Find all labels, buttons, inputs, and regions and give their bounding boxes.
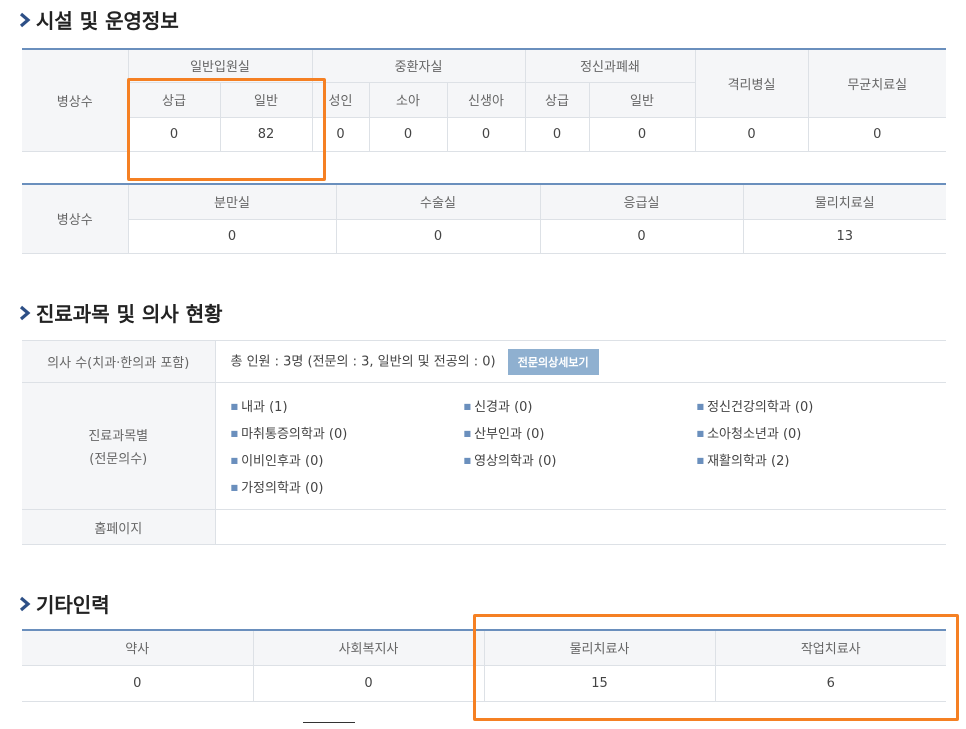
- bullet-icon: ■: [230, 483, 239, 492]
- homepage-label: 홈페이지: [22, 509, 216, 545]
- bullet-icon: ■: [230, 456, 239, 465]
- header-physical-therapy-room: 물리치료실: [742, 183, 946, 220]
- chevron-right-icon: [18, 305, 32, 321]
- specialty-item: ■ 내과 (1): [230, 400, 288, 415]
- rooms-table: 병상수 분만실 수술실 응급실 물리치료실 0 0 0 13: [22, 183, 946, 254]
- bullet-icon: ■: [230, 402, 239, 411]
- staff-table: 약사 사회복지사 물리치료사 작업치료사 0 0 15 6: [22, 629, 946, 702]
- bullet-icon: ■: [696, 402, 705, 411]
- specialty-item: ■ 마취통증의학과 (0): [230, 427, 348, 442]
- value-social-worker: 0: [252, 664, 485, 702]
- facilities-section-title: 시설 및 운영정보: [18, 5, 179, 34]
- doctor-count-value: 총 인원 : 3명 (전문의 : 3, 일반의 및 전공의 : 0): [230, 354, 496, 369]
- specialty-item: ■ 재활의학과 (2): [696, 454, 790, 469]
- header-physical-therapist: 물리치료사: [483, 629, 716, 666]
- specialty-item: ■ 영상의학과 (0): [463, 454, 557, 469]
- value-occupational-therapist: 6: [714, 664, 946, 702]
- subheader-icu-newborn: 신생아: [446, 81, 526, 118]
- header-sterile-room: 무균치료실: [807, 48, 946, 118]
- chevron-right-icon: [18, 596, 32, 612]
- bullet-icon: ■: [463, 429, 472, 438]
- bullet-icon: ■: [696, 456, 705, 465]
- specialty-list-cell: ■ 내과 (1) ■ 신경과 (0) ■ 정신건강의학과 (0) ■ 마취통증의학과 (…: [214, 382, 947, 510]
- specialist-detail-button[interactable]: 전문의상세보기: [507, 348, 599, 375]
- specialty-item: ■ 산부인과 (0): [463, 427, 545, 442]
- header-social-worker: 사회복지사: [252, 629, 485, 666]
- doctor-count-label: 의사 수(치과·한의과 포함): [22, 340, 216, 383]
- value-physical-therapy-room: 13: [742, 218, 946, 254]
- header-isolation-room: 격리병실: [694, 48, 809, 118]
- value-operating-room: 0: [335, 218, 541, 254]
- header-pharmacist: 약사: [22, 629, 254, 666]
- header-occupational-therapist: 작업치료사: [714, 629, 946, 666]
- specialty-item: ■ 신경과 (0): [463, 400, 533, 415]
- divider: [303, 722, 355, 723]
- specialty-item: ■ 소아청소년과 (0): [696, 427, 802, 442]
- value-icu-adult: 0: [311, 116, 370, 152]
- value-physical-therapist: 15: [483, 664, 716, 702]
- specialty-item: ■ 가정의학과 (0): [230, 481, 324, 496]
- staff-section-title: 기타인력: [18, 589, 110, 618]
- doctors-section-title: 진료과목 및 의사 현황: [18, 298, 223, 327]
- group-header-general-ward: 일반입원실: [127, 48, 313, 83]
- header-operating-room: 수술실: [335, 183, 541, 220]
- value-general-standard: 82: [219, 116, 313, 152]
- header-delivery-room: 분만실: [127, 183, 337, 220]
- subheader-icu-adult: 성인: [311, 81, 370, 118]
- specialty-item: ■ 정신건강의학과 (0): [696, 400, 814, 415]
- value-sterile-room: 0: [807, 116, 946, 152]
- chevron-right-icon: [18, 12, 32, 28]
- value-icu-child: 0: [368, 116, 448, 152]
- value-isolation-room: 0: [694, 116, 809, 152]
- subheader-psych-premium: 상급: [524, 81, 590, 118]
- subheader-general-standard: 일반: [219, 81, 313, 118]
- subheader-general-premium: 상급: [128, 81, 221, 118]
- group-header-icu: 중환자실: [311, 48, 526, 83]
- bullet-icon: ■: [463, 402, 472, 411]
- header-emergency-room: 응급실: [539, 183, 744, 220]
- subheader-psych-standard: 일반: [588, 81, 695, 118]
- group-header-psych-closed: 정신과폐쇄: [524, 48, 696, 83]
- value-psych-standard: 0: [588, 116, 696, 152]
- beds-table: 병상수 일반입원실 중환자실 정신과폐쇄 격리병실 무균치료실 상급 일반 성인…: [22, 48, 946, 152]
- value-psych-premium: 0: [524, 116, 590, 152]
- rooms-row-label: 병상수: [22, 183, 129, 254]
- specialty-list: ■ 내과 (1) ■ 신경과 (0) ■ 정신건강의학과 (0) ■ 마취통증의학과 (…: [216, 383, 947, 509]
- doctors-table: 의사 수(치과·한의과 포함) 총 인원 : 3명 (전문의 : 3, 일반의 …: [22, 340, 946, 545]
- doctor-count-cell: 총 인원 : 3명 (전문의 : 3, 일반의 및 전공의 : 0) 전문의상세…: [214, 340, 946, 383]
- homepage-value[interactable]: [214, 509, 946, 545]
- subheader-icu-child: 소아: [368, 81, 448, 118]
- bullet-icon: ■: [230, 429, 239, 438]
- value-delivery-room: 0: [128, 218, 337, 254]
- beds-row-label: 병상수: [22, 48, 129, 152]
- specialty-label: 진료과목별 (전문의수): [22, 382, 216, 510]
- bullet-icon: ■: [696, 429, 705, 438]
- value-icu-newborn: 0: [446, 116, 526, 152]
- value-pharmacist: 0: [22, 664, 254, 702]
- value-emergency-room: 0: [539, 218, 744, 254]
- bullet-icon: ■: [463, 456, 472, 465]
- specialty-item: ■ 이비인후과 (0): [230, 454, 324, 469]
- value-general-premium: 0: [128, 116, 221, 152]
